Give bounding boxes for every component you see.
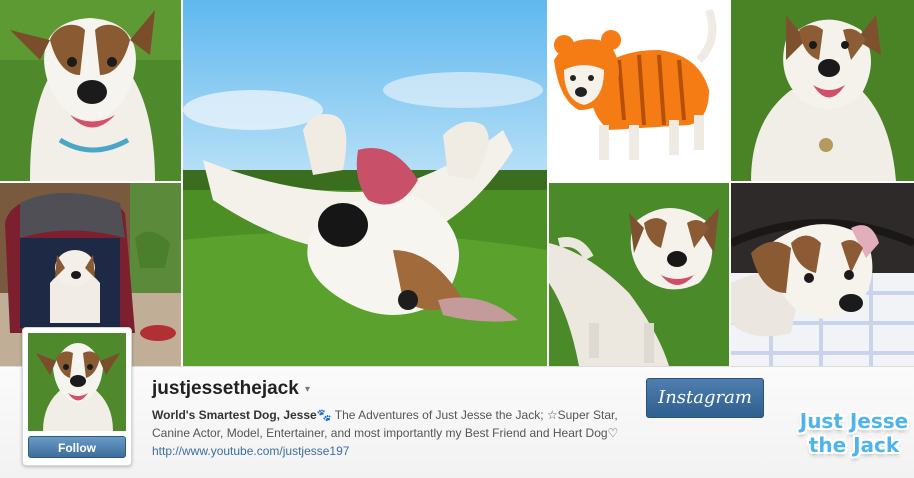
profile-avatar-card: Follow [22,327,132,466]
profile-bio: World's Smartest Dog, Jesse🐾 The Adventu… [152,406,632,442]
watermark-logo: Just Jesse the Jack [796,409,912,457]
avatar[interactable] [28,333,126,431]
follow-button[interactable]: Follow [28,436,126,458]
bio-headline: World's Smartest Dog, Jesse🐾 [152,408,332,422]
photo-dog-standing-grass[interactable] [549,183,729,366]
photo-dog-sitting-grass[interactable] [731,0,914,181]
profile-website-link[interactable]: http://www.youtube.com/justjesse197 [152,444,349,458]
profile-username[interactable]: justjessethejack [152,378,299,400]
instagram-logo[interactable]: Instagram [646,378,764,418]
photo-dog-tiger-costume[interactable] [549,0,729,181]
photo-dog-lying-on-blanket[interactable] [731,183,914,366]
watermark-line-2: the Jack [808,433,900,457]
watermark-line-1: Just Jesse [799,409,909,433]
chevron-down-icon[interactable]: ▾ [305,384,310,395]
photo-mosaic [0,0,914,366]
photo-dog-rolling-on-back[interactable] [183,0,547,366]
photo-dog-portrait-grass[interactable] [0,0,181,181]
